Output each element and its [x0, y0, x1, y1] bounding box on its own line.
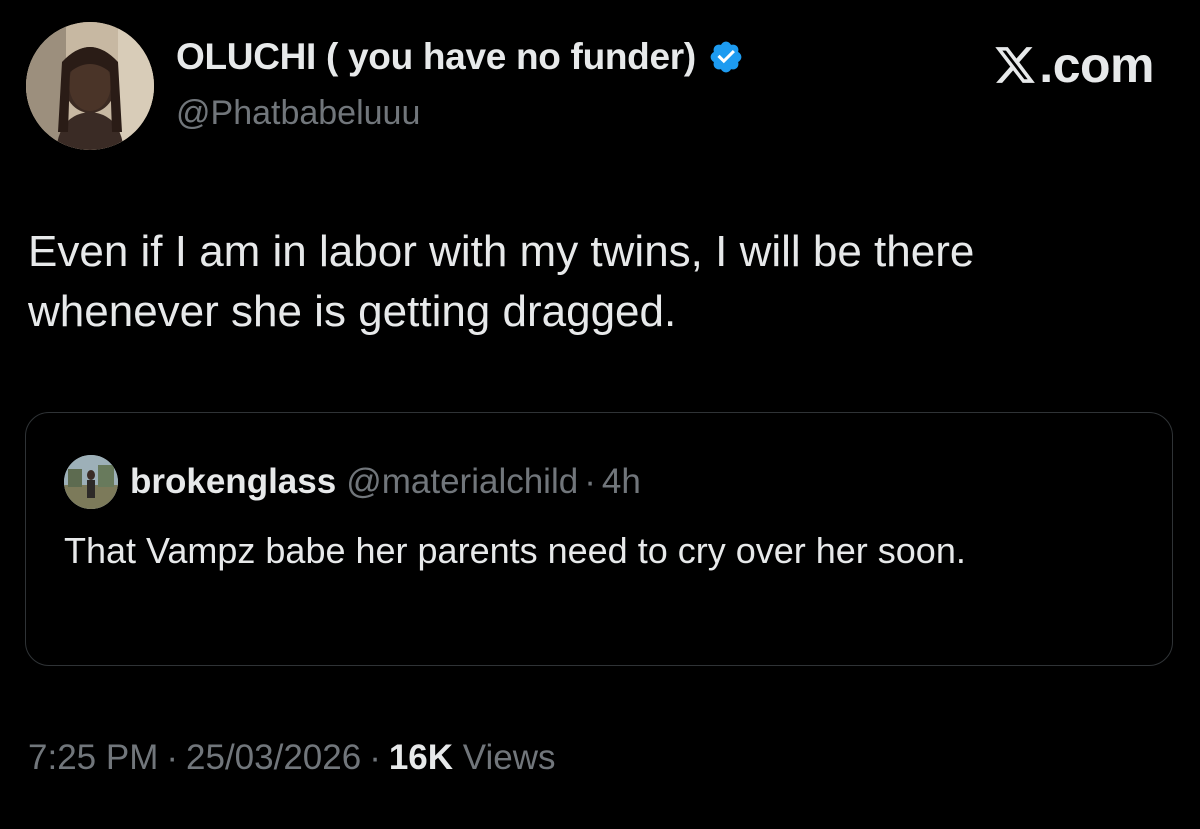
quoted-author-handle[interactable]: @materialchild [346, 462, 578, 502]
tweet-date[interactable]: 25/03/2026 [186, 738, 361, 777]
quoted-tweet-text: That Vampz babe her parents need to cry … [64, 530, 966, 571]
quoted-header-separator: · [584, 462, 596, 501]
x-logo-icon [993, 43, 1037, 87]
verified-badge-icon [708, 39, 744, 75]
views-label: Views [462, 738, 556, 777]
quoted-author-name[interactable]: brokenglass [130, 462, 336, 502]
brand-domain: .com [1039, 37, 1154, 93]
author-avatar-image [26, 22, 154, 150]
meta-separator: · [369, 738, 381, 777]
author-name[interactable]: OLUCHI ( you have no funder) [176, 36, 696, 78]
quoted-author-avatar[interactable] [64, 455, 118, 509]
author-avatar[interactable] [26, 22, 154, 150]
view-count[interactable]: 16K [389, 738, 453, 777]
tweet-screenshot: OLUCHI ( you have no funder) @Phatbabelu… [0, 0, 1200, 829]
tweet-meta: 7:25 PM · 25/03/2026 · 16K Views [28, 738, 556, 778]
tweet-text: Even if I am in labor with my twins, I w… [28, 227, 975, 336]
quoted-author-avatar-image [64, 455, 118, 509]
author-name-row: OLUCHI ( you have no funder) [176, 36, 744, 78]
quoted-tweet-card[interactable]: brokenglass @materialchild · 4h That Vam… [25, 412, 1173, 666]
author-handle[interactable]: @Phatbabeluuu [176, 94, 420, 133]
meta-separator: · [166, 738, 179, 777]
tweet-time[interactable]: 7:25 PM [28, 738, 158, 777]
quoted-tweet-header: brokenglass @materialchild · 4h [64, 455, 641, 509]
quoted-tweet-time[interactable]: 4h [602, 462, 641, 502]
x-brand-watermark: .com [993, 36, 1154, 94]
